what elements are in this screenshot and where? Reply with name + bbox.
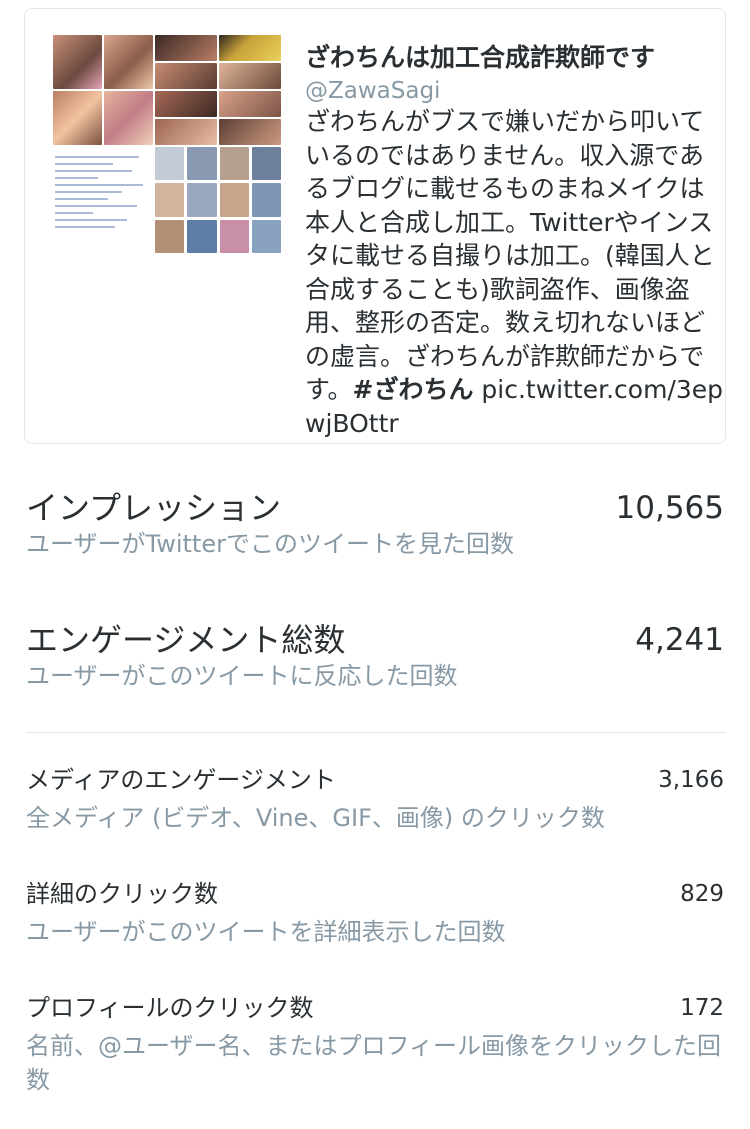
collage-photo-grid bbox=[155, 35, 281, 145]
metric-description: ユーザーがこのツイートに反応した回数 bbox=[26, 662, 458, 690]
tweet-hashtag[interactable]: #ざわちん bbox=[353, 375, 474, 404]
metric-value: 172 bbox=[680, 995, 724, 1021]
metric-label: インプレッション bbox=[26, 489, 282, 527]
metric-value: 4,241 bbox=[635, 622, 724, 658]
metric-value: 829 bbox=[680, 881, 724, 907]
metric-description: 名前、@ユーザー名、またはプロフィール画像をクリックした回数 bbox=[26, 1032, 722, 1094]
collage-text-snippet bbox=[53, 147, 153, 253]
tweet-media-thumbnail[interactable] bbox=[53, 35, 281, 253]
metric-description: ユーザーがこのツイートを詳細表示した回数 bbox=[26, 918, 506, 946]
collage-small-photos bbox=[155, 147, 281, 253]
metric-label: 詳細のクリック数 bbox=[26, 880, 218, 908]
metric-label: メディアのエンゲージメント bbox=[26, 766, 336, 794]
collage-face-grid bbox=[53, 35, 153, 145]
metric-value: 3,166 bbox=[658, 767, 724, 793]
tweet-card[interactable]: ざわちんは加工合成詐欺師です @ZawaSagi ざわちんがブスで嫌いだから叩い… bbox=[24, 8, 726, 444]
metric-label: エンゲージメント総数 bbox=[26, 621, 346, 659]
tweet-author-name[interactable]: ざわちんは加工合成詐欺師です bbox=[305, 41, 725, 75]
metric-description: 全メディア (ビデオ、Vine、GIF、画像) のクリック数 bbox=[26, 804, 605, 832]
tweet-text: ざわちんがブスで嫌いだから叩いているのではありません。収入源であるブログに載せる… bbox=[305, 105, 725, 440]
metric-description: ユーザーがTwitterでこのツイートを見た回数 bbox=[26, 530, 514, 558]
tweet-author-handle[interactable]: @ZawaSagi bbox=[305, 75, 440, 107]
metric-label: プロフィールのクリック数 bbox=[26, 994, 314, 1022]
metric-value: 10,565 bbox=[615, 490, 724, 526]
tweet-body: ざわちんがブスで嫌いだから叩いているのではありません。収入源であるブログに載せる… bbox=[305, 107, 715, 404]
section-divider bbox=[26, 732, 726, 733]
